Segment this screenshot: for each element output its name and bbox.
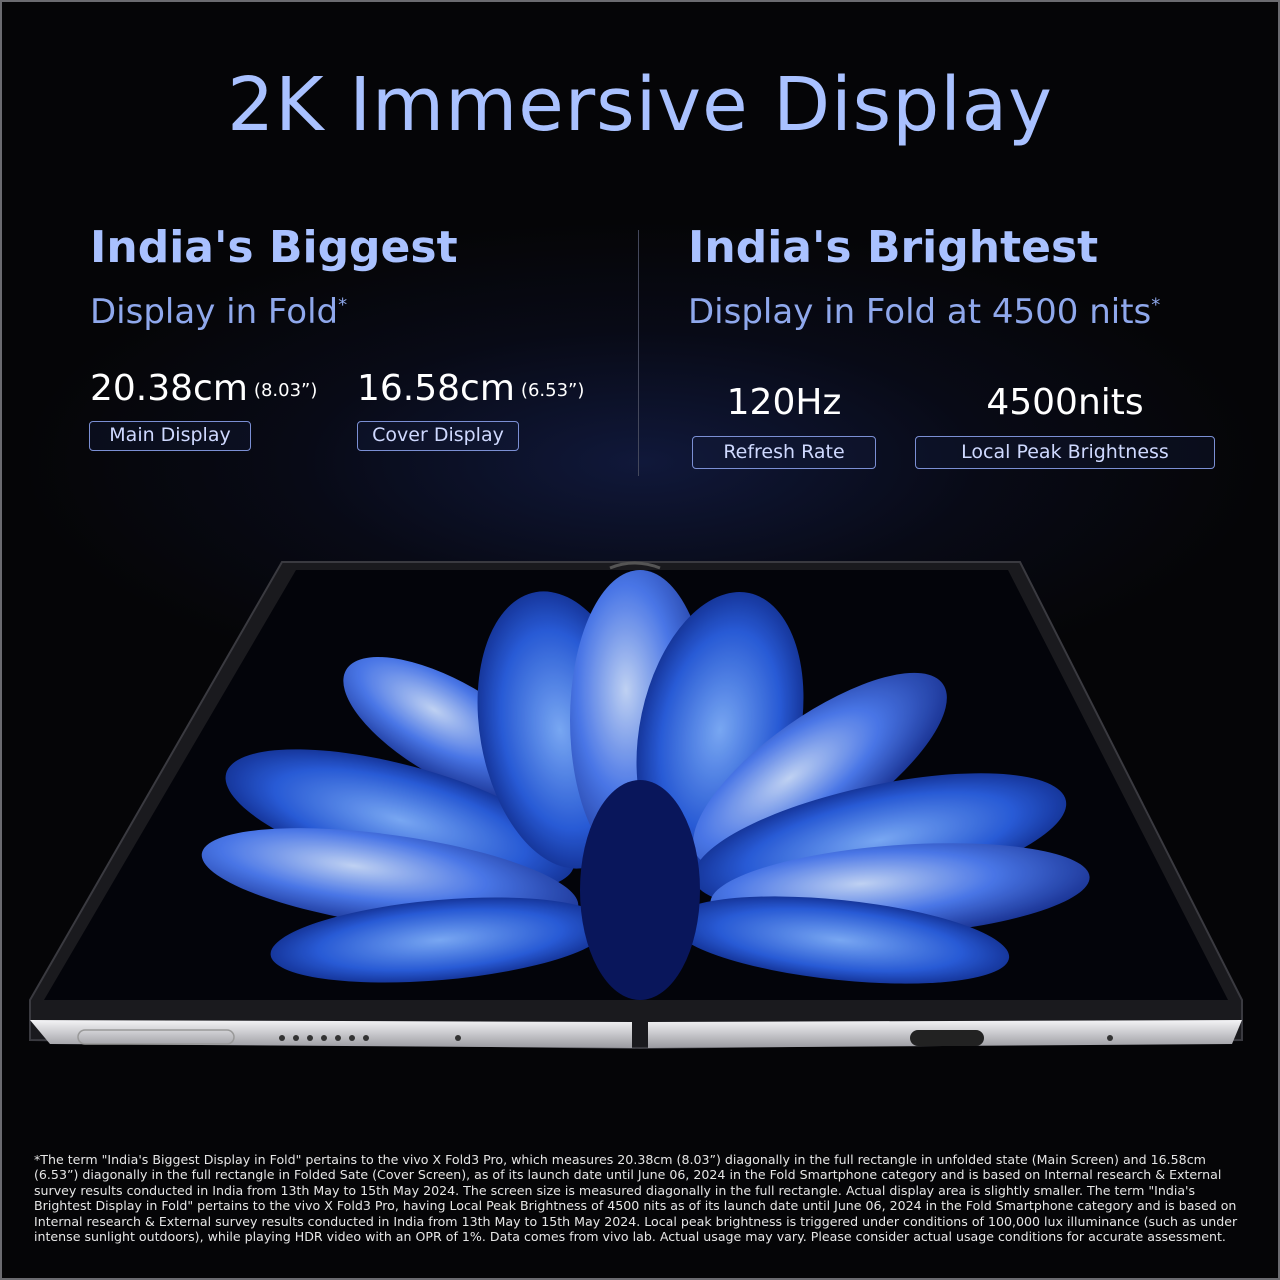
column-divider [638, 230, 639, 476]
cover-display-inches: (6.53”) [520, 379, 585, 401]
left-subtitle-wrap: Display in Fold* [90, 292, 347, 332]
right-subtitle: Display in Fold at 4500 nits [688, 292, 1152, 332]
cover-display-label: Cover Display [357, 421, 519, 451]
main-display-label: Main Display [89, 421, 251, 451]
main-display-cm: 20.38cm [90, 368, 248, 409]
foldable-phone-image [29, 561, 1243, 1050]
disclaimer-footnote: *The term "India's Biggest Display in Fo… [34, 1152, 1238, 1245]
left-subtitle-asterisk: * [338, 294, 348, 316]
left-title: India's Biggest [90, 222, 458, 273]
peak-brightness-label: Local Peak Brightness [915, 436, 1215, 469]
right-title: India's Brightest [688, 222, 1099, 273]
cover-display-stat: 16.58cm (6.53”) [357, 368, 584, 409]
refresh-rate-label: Refresh Rate [692, 436, 876, 469]
mic-hole [455, 1035, 461, 1041]
right-subtitle-asterisk: * [1151, 294, 1161, 316]
mic-hole-right [1107, 1035, 1113, 1041]
refresh-rate-value: 120Hz [726, 382, 842, 423]
cover-display-cm: 16.58cm [357, 368, 515, 409]
main-display-inches: (8.03”) [253, 379, 318, 401]
left-subtitle: Display in Fold [90, 292, 339, 332]
right-subtitle-wrap: Display in Fold at 4500 nits* [688, 292, 1160, 332]
main-display-stat: 20.38cm (8.03”) [90, 368, 317, 409]
peak-brightness-value: 4500nits [986, 382, 1144, 423]
usb-c-port [910, 1030, 984, 1046]
headline: 2K Immersive Display [227, 62, 1053, 148]
